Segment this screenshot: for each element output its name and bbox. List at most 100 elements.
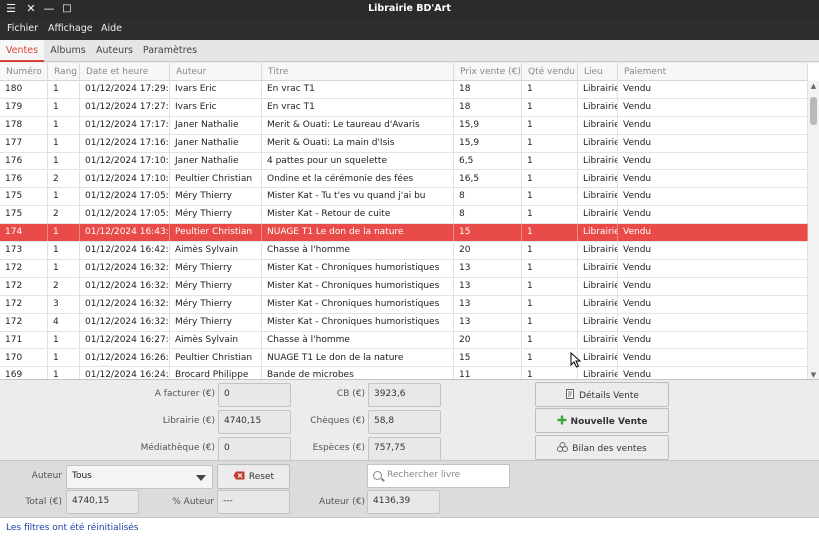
- table-cell: Bande de microbes: [262, 367, 454, 379]
- table-row[interactable]: 173101/12/2024 16:42:34Aimès SylvainChas…: [0, 242, 808, 260]
- table-cell: 13: [454, 260, 522, 278]
- table-row[interactable]: 178101/12/2024 17:17:54Janer NathalieMer…: [0, 116, 808, 135]
- table-row[interactable]: 176201/12/2024 17:10:03Peultier Christia…: [0, 170, 808, 189]
- table-cell: 1: [48, 242, 80, 260]
- table-cell: 1: [522, 224, 578, 243]
- column-header[interactable]: Date et heure: [80, 63, 170, 81]
- document-icon: [565, 389, 575, 402]
- maximize-icon[interactable]: □: [60, 2, 74, 16]
- table-cell: Mister Kat - Chroniques humoristiques: [262, 277, 454, 296]
- scrollbar-thumb[interactable]: [810, 97, 817, 125]
- minimize-icon[interactable]: —: [42, 2, 56, 16]
- table-row[interactable]: 179101/12/2024 17:27:20Ivars EricEn vrac…: [0, 98, 808, 117]
- table-row[interactable]: 174101/12/2024 16:43:40Peultier Christia…: [0, 224, 808, 243]
- tab-albums[interactable]: Albums: [47, 40, 89, 62]
- table-cell: 01/12/2024 17:10:03: [80, 152, 170, 171]
- cb-label: CB (€): [336, 389, 365, 399]
- table-cell: 4: [48, 313, 80, 332]
- table-row[interactable]: 172301/12/2024 16:32:07Méry ThierryMiste…: [0, 295, 808, 314]
- menu-aide[interactable]: Aide: [101, 23, 122, 34]
- table-cell: Vendu: [618, 367, 808, 379]
- table-row[interactable]: 175201/12/2024 17:05:30Méry ThierryMiste…: [0, 206, 808, 225]
- table-cell: Chasse à l'homme: [262, 242, 454, 260]
- vertical-scrollbar[interactable]: ▲ ▼: [808, 81, 819, 379]
- table-cell: 2: [48, 206, 80, 225]
- nouvelle-vente-button[interactable]: Nouvelle Vente: [535, 408, 669, 433]
- column-header[interactable]: Qté vendu: [522, 63, 578, 81]
- table-row[interactable]: 172201/12/2024 16:32:07Méry ThierryMiste…: [0, 277, 808, 296]
- column-header[interactable]: Paiement: [618, 63, 808, 81]
- table-cell: 1: [522, 313, 578, 332]
- column-header[interactable]: Titre: [262, 63, 454, 81]
- table-cell: Librairie: [578, 313, 618, 332]
- table-row[interactable]: 180101/12/2024 17:29:59Ivars EricEn vrac…: [0, 81, 808, 99]
- table-cell: 16,5: [454, 170, 522, 189]
- table-row[interactable]: 176101/12/2024 17:10:03Janer Nathalie4 p…: [0, 152, 808, 171]
- table-cell: Vendu: [618, 331, 808, 350]
- column-header[interactable]: Auteur: [170, 63, 262, 81]
- nouvelle-vente-label: Nouvelle Vente: [570, 417, 648, 427]
- cheques-label: Chèques (€): [310, 416, 365, 426]
- scroll-up-icon[interactable]: ▲: [808, 81, 819, 91]
- table-cell: 172: [0, 260, 48, 278]
- table-cell: 11: [454, 367, 522, 379]
- tab-auteurs[interactable]: Auteurs: [92, 40, 137, 62]
- bilan-ventes-button[interactable]: Bilan des ventes: [535, 435, 669, 460]
- bilan-ventes-label: Bilan des ventes: [572, 444, 647, 454]
- mouse-cursor-icon: [570, 352, 581, 368]
- table-cell: Ondine et la cérémonie des fées: [262, 170, 454, 189]
- column-header[interactable]: Prix vente (€): [454, 63, 522, 81]
- table-cell: 1: [522, 331, 578, 350]
- menu-affichage[interactable]: Affichage: [48, 23, 93, 34]
- table-cell: Librairie: [578, 367, 618, 379]
- auteur-amount-label: Auteur (€): [319, 497, 365, 507]
- table-cell: Janer Nathalie: [170, 116, 262, 135]
- details-vente-button[interactable]: Détails Vente: [535, 382, 669, 407]
- table-row[interactable]: 172101/12/2024 16:32:07Méry ThierryMiste…: [0, 260, 808, 278]
- table-cell: 172: [0, 313, 48, 332]
- table-cell: 1: [522, 260, 578, 278]
- table-cell: Méry Thierry: [170, 206, 262, 225]
- search-input[interactable]: Rechercher livre: [367, 464, 510, 488]
- filter-bar: Auteur Tous Reset Rechercher livre Total…: [0, 460, 819, 517]
- sales-table[interactable]: Numéro Rang Date et heure Auteur Titre Prix v…: [0, 63, 819, 380]
- table-cell: 18: [454, 98, 522, 117]
- search-icon: [373, 471, 382, 480]
- menu-fichier[interactable]: Fichier: [7, 23, 38, 34]
- table-cell: Ivars Eric: [170, 81, 262, 99]
- table-cell: 4 pattes pour un squelette: [262, 152, 454, 171]
- scroll-down-icon[interactable]: ▼: [808, 370, 819, 379]
- table-row[interactable]: 177101/12/2024 17:16:54Janer NathalieMer…: [0, 134, 808, 153]
- tab-ventes[interactable]: Ventes: [0, 40, 44, 62]
- table-row[interactable]: 169101/12/2024 16:24:47Brocard PhilippeB…: [0, 367, 808, 379]
- table-cell: 01/12/2024 16:27:31: [80, 331, 170, 350]
- table-cell: 1: [522, 152, 578, 171]
- especes-field: 757,75: [368, 437, 441, 461]
- table-cell: 172: [0, 295, 48, 314]
- table-cell: Vendu: [618, 152, 808, 171]
- cb-field: 3923,6: [368, 383, 441, 407]
- table-cell: 13: [454, 313, 522, 332]
- status-message: Les filtres ont été réinitialisés: [6, 523, 139, 533]
- a-facturer-label: A facturer (€): [154, 389, 215, 399]
- auteur-select[interactable]: Tous: [66, 465, 213, 489]
- column-header[interactable]: Lieu: [578, 63, 618, 81]
- table-cell: 20: [454, 331, 522, 350]
- table-cell: 1: [48, 260, 80, 278]
- table-cell: Méry Thierry: [170, 188, 262, 207]
- table-cell: 1: [48, 188, 80, 207]
- column-header[interactable]: Rang: [48, 63, 80, 81]
- tab-parametres[interactable]: Paramètres: [140, 40, 200, 62]
- table-row[interactable]: 170101/12/2024 16:26:55Peultier Christia…: [0, 349, 808, 368]
- table-row[interactable]: 172401/12/2024 16:32:07Méry ThierryMiste…: [0, 313, 808, 332]
- close-icon[interactable]: ✕: [24, 2, 38, 16]
- table-cell: Vendu: [618, 277, 808, 296]
- reset-button[interactable]: Reset: [217, 464, 290, 489]
- table-cell: 172: [0, 277, 48, 296]
- pct-auteur-field: ---: [217, 490, 290, 514]
- table-row[interactable]: 171101/12/2024 16:27:31Aimès SylvainChas…: [0, 331, 808, 350]
- column-header[interactable]: Numéro: [0, 63, 48, 81]
- table-cell: 180: [0, 81, 48, 99]
- table-row[interactable]: 175101/12/2024 17:05:30Méry ThierryMiste…: [0, 188, 808, 207]
- window-menu-icon[interactable]: ☰: [4, 2, 18, 16]
